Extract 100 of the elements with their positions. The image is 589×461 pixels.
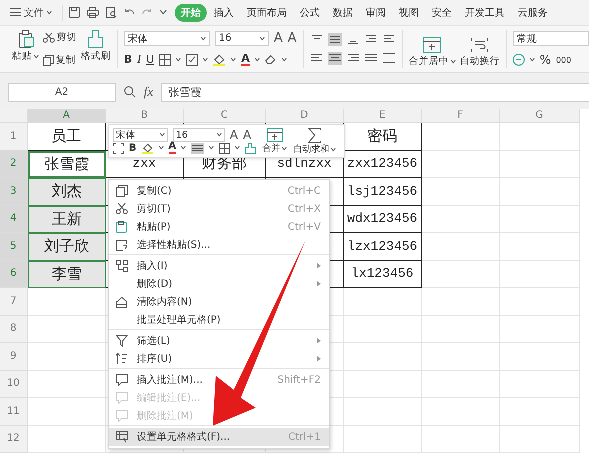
bold-button[interactable]: B [124,53,132,66]
fill-color-icon[interactable] [142,142,154,154]
caret-icon[interactable] [160,133,165,137]
column-header[interactable]: C [184,109,266,123]
caret-icon[interactable] [260,36,265,40]
caret-icon[interactable] [201,36,206,40]
wrap-text-button[interactable]: 自动换行 [460,30,500,68]
menu-item[interactable]: 插入(I) [109,257,329,275]
fill-color-icon[interactable] [213,54,226,66]
caret-icon[interactable] [203,58,208,62]
border-icon[interactable] [159,54,172,66]
row-header[interactable]: 4 [0,206,28,233]
font-shrink-button[interactable]: A [288,31,297,46]
font-field[interactable]: 宋体 [113,128,168,142]
row-header[interactable]: 5 [0,233,28,260]
column-header[interactable]: G [500,109,580,123]
caret-icon[interactable] [176,58,182,62]
caret-icon[interactable] [450,60,456,64]
font-grow-button[interactable]: A [230,128,238,142]
sum-icon[interactable] [308,128,322,143]
print-icon[interactable] [87,7,99,18]
copy-icon[interactable] [43,55,54,66]
caret-icon[interactable] [331,148,336,152]
caret-icon[interactable] [181,146,186,150]
brush-icon[interactable] [88,30,104,48]
caret-icon[interactable] [158,146,164,150]
clipboard-icon[interactable] [16,30,34,48]
align-icon[interactable] [382,52,396,65]
ribbon-tab[interactable]: 视图 [393,4,425,22]
menu-item[interactable]: 粘贴(P) Ctrl+V [109,218,329,236]
ribbon-tab[interactable]: 安全 [426,4,458,22]
cut-button[interactable]: 剪切 [43,31,77,44]
ribbon-tab[interactable]: 公式 [294,4,326,22]
undo-icon[interactable] [124,8,135,17]
merge-center-button[interactable]: 合并居中 [408,30,456,68]
percent-button[interactable]: % [540,53,552,67]
formula-field[interactable]: 张雪霞 [161,82,589,102]
font-shrink-button[interactable]: A [243,128,252,142]
eraser-icon[interactable] [264,54,277,65]
align-icon[interactable] [191,142,204,154]
menu-icon[interactable] [10,8,21,17]
row-header[interactable]: 2 [0,150,28,178]
row-header[interactable]: 12 [0,426,28,453]
menu-item[interactable]: 选择性粘贴(S)... [109,236,329,255]
brush-icon[interactable] [245,142,256,154]
ribbon-tab[interactable]: 云服务 [512,4,554,22]
caret-icon[interactable] [160,10,167,15]
row-header[interactable]: 3 [0,178,28,206]
thousands-button[interactable]: 000 [556,56,572,64]
cut-icon[interactable] [43,32,55,42]
cell-style-icon[interactable] [186,54,198,66]
caret-icon[interactable] [34,54,39,58]
row-header[interactable]: 6 [0,260,28,288]
font-size-field[interactable]: 16 [215,31,269,46]
currency-icon[interactable] [512,54,525,66]
font-color-button[interactable]: A [168,142,176,154]
caret-icon[interactable] [217,133,222,137]
ribbon-tab[interactable]: 页面布局 [241,4,293,22]
zoom-icon[interactable] [124,86,136,98]
font-grow-button[interactable]: A [274,31,283,46]
merge-icon[interactable] [266,128,283,142]
font-size-field[interactable]: 16 [173,128,225,142]
caret-icon[interactable] [209,146,214,150]
menu-item[interactable]: 删除(D) [109,275,329,293]
menu-item[interactable]: 筛选(L) [109,332,329,350]
caret-icon[interactable] [530,58,535,62]
select-icon[interactable] [113,142,124,154]
ribbon-tab[interactable]: 数据 [327,4,359,22]
ribbon-tab[interactable]: 插入 [208,4,240,22]
italic-button[interactable]: I [137,52,142,67]
menu-item[interactable]: 剪切(T) Ctrl+X [109,200,329,218]
row-header[interactable]: 7 [0,288,28,316]
row-header[interactable]: 9 [0,343,28,370]
caret-icon[interactable] [282,146,288,150]
column-header[interactable]: A [28,109,106,123]
align-icon[interactable] [328,52,342,65]
bold-button[interactable]: B [129,142,137,154]
row-header[interactable]: 8 [0,316,28,343]
row-header[interactable]: 11 [0,398,28,426]
name-box[interactable]: A2 [8,82,116,102]
align-icon[interactable] [328,33,342,46]
number-format-field[interactable]: 常规 [512,31,589,46]
font-color-button[interactable]: A [241,54,250,66]
menu-item[interactable]: 复制(C) Ctrl+C [109,182,329,200]
ribbon-tab[interactable]: 审阅 [360,4,392,22]
caret-icon[interactable] [47,10,52,14]
copy-button[interactable]: 复制 [43,54,77,67]
function-button[interactable]: fx [144,84,154,100]
menu-item[interactable]: 清除内容(N) [109,293,329,311]
caret-icon[interactable] [282,58,287,62]
font-field[interactable]: 宋体 [124,31,210,46]
row-header[interactable]: 10 [0,370,28,398]
border-icon[interactable] [219,142,230,154]
column-header[interactable]: B [106,109,184,123]
file-menu[interactable]: 文件 [6,4,56,22]
row-header[interactable]: 1 [0,123,28,150]
column-header[interactable]: D [266,109,344,123]
save-icon[interactable] [69,7,80,18]
format-painter-button[interactable]: 格式刷 [81,30,111,68]
caret-icon[interactable] [254,58,260,62]
